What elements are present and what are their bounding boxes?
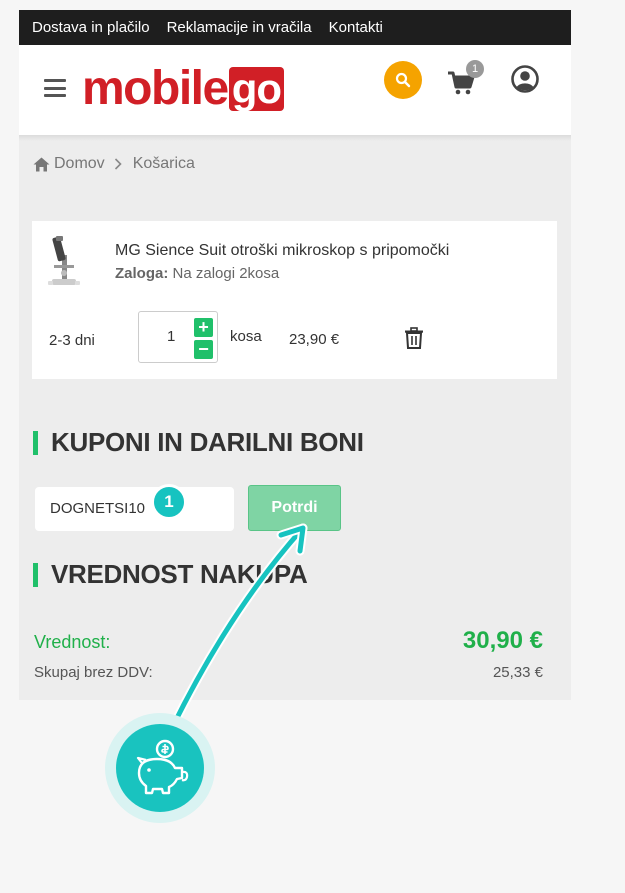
search-icon [395, 72, 411, 88]
link-shipping-payment[interactable]: Dostava in plačilo [32, 19, 150, 36]
net-total-value: 25,33 € [492, 664, 543, 681]
cart-count-badge: 1 [466, 60, 484, 78]
piggy-bank-badge [105, 713, 215, 823]
link-returns[interactable]: Reklamacije in vračila [167, 19, 312, 36]
breadcrumb: Domov Košarica [33, 155, 195, 173]
quantity-stepper[interactable]: 1 + − [138, 311, 218, 363]
summary-title: VREDNOST NAKUPA [33, 559, 308, 590]
breadcrumb-current: Košarica [132, 155, 195, 172]
coupon-input[interactable]: DOGNETSI10 1 [35, 484, 234, 531]
item-price: 23,90 € [289, 331, 340, 348]
menu-icon[interactable] [44, 79, 66, 97]
quantity-unit: kosa [230, 328, 262, 345]
quantity-value[interactable]: 1 [167, 328, 175, 345]
breadcrumb-home[interactable]: Domov [54, 155, 105, 173]
product-image[interactable] [46, 233, 82, 287]
plus-icon[interactable]: + [194, 318, 213, 337]
delivery-time: 2-3 dni [49, 332, 95, 349]
divider [19, 135, 571, 141]
product-name[interactable]: MG Sience Suit otroški mikroskop s pripo… [115, 242, 449, 260]
coupons-title: KUPONI IN DARILNI BONI [33, 427, 364, 458]
confirm-coupon-button[interactable]: Potrdi [248, 485, 341, 531]
top-bar: Dostava in plačilo Reklamacije in vračil… [19, 10, 571, 45]
link-contacts[interactable]: Kontakti [329, 19, 383, 36]
minus-icon[interactable]: − [194, 340, 213, 359]
home-icon [33, 157, 50, 171]
stock-info: Zaloga: Na zalogi 2kosa [115, 265, 280, 282]
search-button[interactable] [384, 61, 422, 99]
user-icon[interactable] [510, 64, 540, 94]
site-header: mobile go [19, 45, 571, 135]
total-value: 30,90 € [462, 627, 543, 654]
net-total-label: Skupaj brez DDV: [34, 664, 153, 681]
cart-page: Domov Košarica MG Sience Suit otroški mi… [19, 135, 571, 700]
chevron-right-icon [114, 158, 122, 170]
trash-icon[interactable] [403, 327, 425, 349]
logo[interactable]: mobile go [82, 63, 284, 115]
cart-item: MG Sience Suit otroški mikroskop s pripo… [32, 221, 557, 379]
step-badge: 1 [151, 484, 187, 520]
piggy-bank-icon [136, 739, 189, 795]
total-label: Vrednost: [34, 632, 111, 652]
coupon-code[interactable]: DOGNETSI10 [50, 500, 145, 517]
site-frame: Dostava in plačilo Reklamacije in vračil… [19, 10, 571, 135]
